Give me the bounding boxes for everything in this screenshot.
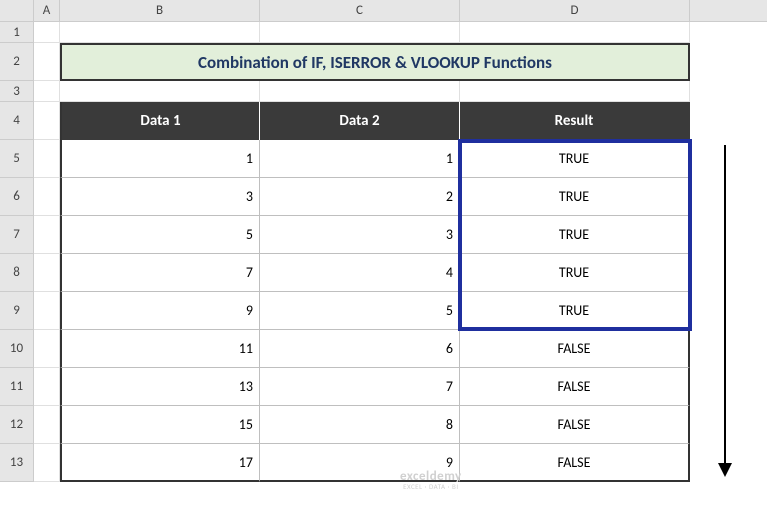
cell-D7[interactable]: TRUE <box>460 216 690 254</box>
cell-A3[interactable] <box>34 81 60 102</box>
cell-D11[interactable]: FALSE <box>460 368 690 406</box>
header-data2[interactable]: Data 2 <box>260 102 460 140</box>
row-7: 7 5 3 TRUE <box>0 216 767 254</box>
cell-A9[interactable] <box>34 292 60 330</box>
row-header-9[interactable]: 9 <box>0 292 34 330</box>
cell-C6[interactable]: 2 <box>260 178 460 216</box>
row-header-5[interactable]: 5 <box>0 140 34 178</box>
row-header-6[interactable]: 6 <box>0 178 34 216</box>
cell-C10[interactable]: 6 <box>260 330 460 368</box>
cell-D10[interactable]: FALSE <box>460 330 690 368</box>
col-header-C[interactable]: C <box>260 0 460 21</box>
cell-B1[interactable] <box>60 22 260 43</box>
cell-B3[interactable] <box>60 81 260 102</box>
cell-C8[interactable]: 4 <box>260 254 460 292</box>
cell-A12[interactable] <box>34 406 60 444</box>
arrow-line <box>724 145 726 465</box>
col-header-B[interactable]: B <box>60 0 260 21</box>
row-header-3[interactable]: 3 <box>0 81 34 102</box>
cell-A8[interactable] <box>34 254 60 292</box>
cell-D3[interactable] <box>460 81 690 102</box>
row-header-4[interactable]: 4 <box>0 102 34 140</box>
cell-A1[interactable] <box>34 22 60 43</box>
title-cell[interactable]: Combination of IF, ISERROR & VLOOKUP Fun… <box>60 43 690 81</box>
watermark-sub: EXCEL · DATA · BI <box>400 483 462 490</box>
cell-C13[interactable]: 9 <box>260 444 460 482</box>
row-header-10[interactable]: 10 <box>0 330 34 368</box>
col-header-D[interactable]: D <box>460 0 690 21</box>
cell-A11[interactable] <box>34 368 60 406</box>
cell-D6[interactable]: TRUE <box>460 178 690 216</box>
cell-A5[interactable] <box>34 140 60 178</box>
cell-B13[interactable]: 17 <box>60 444 260 482</box>
cell-C12[interactable]: 8 <box>260 406 460 444</box>
cell-B9[interactable]: 9 <box>60 292 260 330</box>
row-header-13[interactable]: 13 <box>0 444 34 482</box>
header-result[interactable]: Result <box>460 102 690 140</box>
cell-B10[interactable]: 11 <box>60 330 260 368</box>
cell-B5[interactable]: 1 <box>60 140 260 178</box>
row-4: 4 Data 1 Data 2 Result <box>0 102 767 140</box>
row-2: 2 Combination of IF, ISERROR & VLOOKUP F… <box>0 43 767 81</box>
cell-B6[interactable]: 3 <box>60 178 260 216</box>
cell-D9[interactable]: TRUE <box>460 292 690 330</box>
row-6: 6 3 2 TRUE <box>0 178 767 216</box>
cell-D13[interactable]: FALSE <box>460 444 690 482</box>
cell-A13[interactable] <box>34 444 60 482</box>
cell-B8[interactable]: 7 <box>60 254 260 292</box>
cell-B12[interactable]: 15 <box>60 406 260 444</box>
arrow-head-icon <box>718 463 732 477</box>
column-headers: A B C D <box>0 0 767 22</box>
cell-A6[interactable] <box>34 178 60 216</box>
cell-C11[interactable]: 7 <box>260 368 460 406</box>
cell-B7[interactable]: 5 <box>60 216 260 254</box>
row-12: 12 15 8 FALSE <box>0 406 767 444</box>
cell-A2[interactable] <box>34 43 60 81</box>
row-1: 1 <box>0 22 767 43</box>
cell-A4[interactable] <box>34 102 60 140</box>
row-header-1[interactable]: 1 <box>0 22 34 43</box>
row-9: 9 9 5 TRUE <box>0 292 767 330</box>
header-data1[interactable]: Data 1 <box>60 102 260 140</box>
row-header-12[interactable]: 12 <box>0 406 34 444</box>
row-10: 10 11 6 FALSE <box>0 330 767 368</box>
row-5: 5 1 1 TRUE <box>0 140 767 178</box>
cell-C3[interactable] <box>260 81 460 102</box>
row-header-11[interactable]: 11 <box>0 368 34 406</box>
row-3: 3 <box>0 81 767 102</box>
row-11: 11 13 7 FALSE <box>0 368 767 406</box>
cell-B11[interactable]: 13 <box>60 368 260 406</box>
cell-C7[interactable]: 3 <box>260 216 460 254</box>
cell-A10[interactable] <box>34 330 60 368</box>
row-header-2[interactable]: 2 <box>0 43 34 81</box>
spreadsheet-grid: A B C D 1 2 Combination of IF, ISERROR &… <box>0 0 767 523</box>
cell-D12[interactable]: FALSE <box>460 406 690 444</box>
row-header-8[interactable]: 8 <box>0 254 34 292</box>
cell-A7[interactable] <box>34 216 60 254</box>
cell-C5[interactable]: 1 <box>260 140 460 178</box>
col-header-A[interactable]: A <box>34 0 60 21</box>
cell-D8[interactable]: TRUE <box>460 254 690 292</box>
cell-D1[interactable] <box>460 22 690 43</box>
cell-C9[interactable]: 5 <box>260 292 460 330</box>
row-header-7[interactable]: 7 <box>0 216 34 254</box>
select-all-corner[interactable] <box>0 0 34 21</box>
row-8: 8 7 4 TRUE <box>0 254 767 292</box>
row-13: 13 17 9 FALSE <box>0 444 767 482</box>
cell-C1[interactable] <box>260 22 460 43</box>
cell-D5[interactable]: TRUE <box>460 140 690 178</box>
